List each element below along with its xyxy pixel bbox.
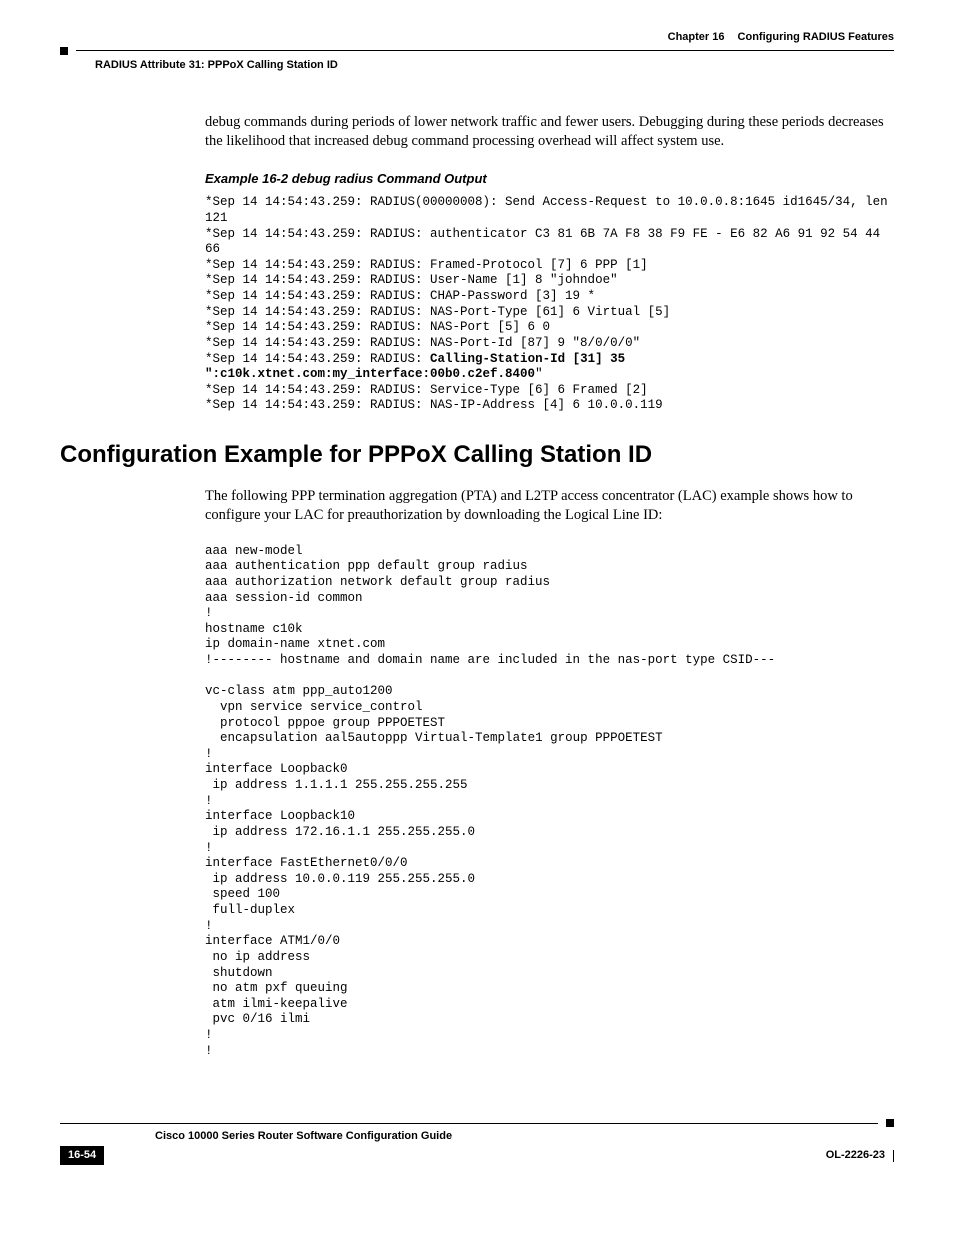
header-rule [76, 50, 894, 51]
footer-rule [60, 1123, 878, 1124]
section-paragraph: The following PPP termination aggregatio… [205, 487, 894, 526]
config-code-block: aaa new-model aaa authentication ppp def… [205, 544, 894, 1060]
page-footer: Cisco 10000 Series Router Software Confi… [60, 1119, 894, 1165]
header-square-icon [60, 47, 68, 55]
footer-square-icon [886, 1119, 894, 1127]
example-code-block: *Sep 14 14:54:43.259: RADIUS(00000008): … [205, 195, 894, 414]
chapter-info: Chapter 16 Configuring RADIUS Features [668, 30, 894, 45]
body-content: debug commands during periods of lower n… [205, 113, 894, 414]
footer-vline [893, 1150, 894, 1162]
example-title: Example 16-2 debug radius Command Output [205, 170, 894, 188]
intro-paragraph: debug commands during periods of lower n… [205, 113, 894, 152]
doc-id: OL-2226-23 [826, 1148, 885, 1163]
page-number: 16-54 [60, 1146, 104, 1165]
section-body: The following PPP termination aggregatio… [205, 487, 894, 1060]
footer-guide-title: Cisco 10000 Series Router Software Confi… [155, 1129, 894, 1144]
section-heading: Configuration Example for PPPoX Calling … [60, 439, 894, 471]
chapter-label: Chapter 16 [668, 31, 725, 43]
breadcrumb: RADIUS Attribute 31: PPPoX Calling Stati… [95, 58, 338, 73]
code-pre: *Sep 14 14:54:43.259: RADIUS(00000008): … [205, 195, 895, 365]
chapter-title: Configuring RADIUS Features [738, 31, 894, 43]
page-header: Chapter 16 Configuring RADIUS Features R… [60, 30, 894, 73]
